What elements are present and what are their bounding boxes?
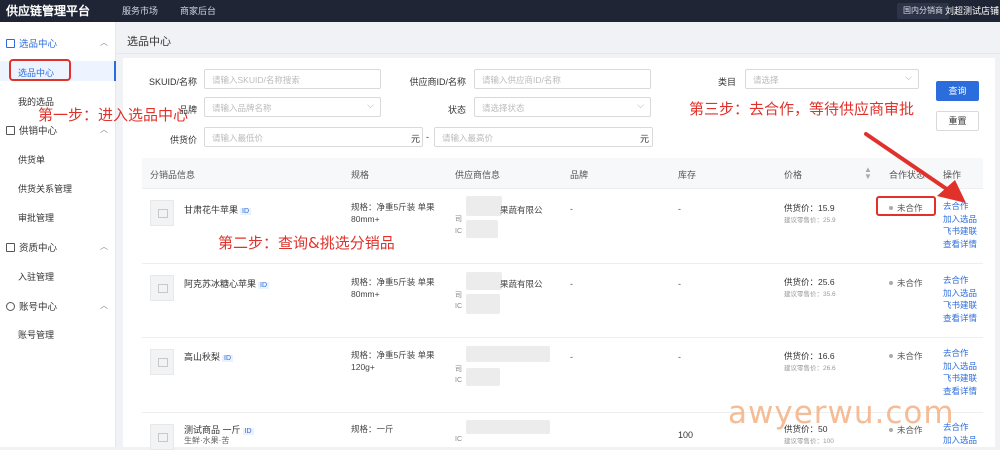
watermark: awyerwu.com — [728, 395, 955, 431]
annotation-arrow — [864, 132, 966, 203]
